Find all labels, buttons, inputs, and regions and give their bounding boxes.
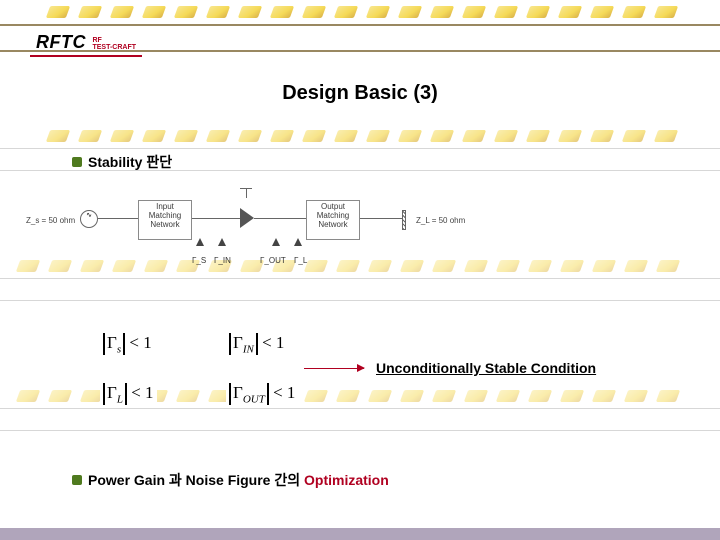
circuit-diagram: Z_s = 50 ohm ∿ Input Matching Network Ou… [76,178,496,288]
condition-gamma-l: ΓL < 1 [100,382,157,406]
bullet-icon [72,475,82,485]
page-title: Design Basic (3) [0,82,720,105]
bullet-gain-noise-label: Power Gain 과 Noise Figure 간의 Optimizatio… [88,470,389,490]
logo: RFTC RFTEST-CRAFT [30,30,142,57]
condition-gamma-s: Γs < 1 [100,332,155,356]
footer-bar [0,528,720,540]
source-symbol: ∿ [80,210,98,228]
zload-label: Z_L = 50 ohm [416,216,465,225]
arrow-right-icon [304,368,364,369]
logo-sub: RFTEST-CRAFT [92,37,136,51]
gamma-l-label: Γ_L [294,256,307,265]
gamma-in-label: Γ_IN [214,256,231,265]
transistor-symbol [240,208,254,228]
bullet-stability: Stability 판단 [72,152,172,172]
bullet-icon [72,157,82,167]
condition-gamma-in: ΓIN < 1 [226,332,287,356]
gamma-s-label: Γ_S [192,256,206,265]
bullet-stability-label: Stability 판단 [88,152,172,172]
zsource-label: Z_s = 50 ohm [26,216,75,225]
output-matching-box: Output Matching Network [306,200,360,240]
gamma-out-label: Γ_OUT [260,256,286,265]
input-matching-box: Input Matching Network [138,200,192,240]
bullet-gain-noise: Power Gain 과 Noise Figure 간의 Optimizatio… [72,470,389,490]
logo-main: RFTC [36,32,86,52]
load-symbol [402,210,406,230]
condition-gamma-out: ΓOUT < 1 [226,382,298,406]
stable-condition-label: Unconditionally Stable Condition [376,360,596,376]
